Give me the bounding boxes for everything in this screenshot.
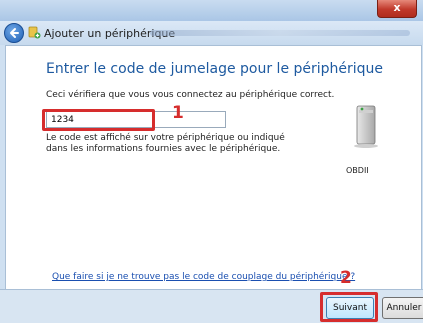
device-name-label: OBDII <box>346 166 369 175</box>
instruction-text: Ceci vérifiera que vous vous connectez a… <box>46 90 335 100</box>
add-device-window: x Ajouter un périphérique Entrer le code… <box>0 0 423 323</box>
page-heading: Entrer le code de jumelage pour le périp… <box>46 61 384 77</box>
computer-tower-icon <box>354 105 378 148</box>
help-link-no-code[interactable]: Que faire si je ne trouve pas le code de… <box>52 272 355 282</box>
breadcrumb-blurred <box>150 30 410 36</box>
navigation-bar: Ajouter un périphérique <box>0 21 423 45</box>
step-number-2: 2 <box>340 268 352 288</box>
step-number-1: 1 <box>172 103 184 123</box>
close-button[interactable]: x <box>377 0 417 18</box>
back-arrow-icon <box>10 28 19 38</box>
add-device-icon <box>28 26 41 39</box>
code-help-text: Le code est affiché sur votre périphériq… <box>46 133 285 154</box>
highlight-box-next <box>320 292 378 322</box>
cancel-button[interactable]: Annuler <box>382 297 423 319</box>
highlight-box-code <box>42 109 155 131</box>
back-button[interactable] <box>4 23 24 43</box>
title-bar: x <box>0 0 423 21</box>
